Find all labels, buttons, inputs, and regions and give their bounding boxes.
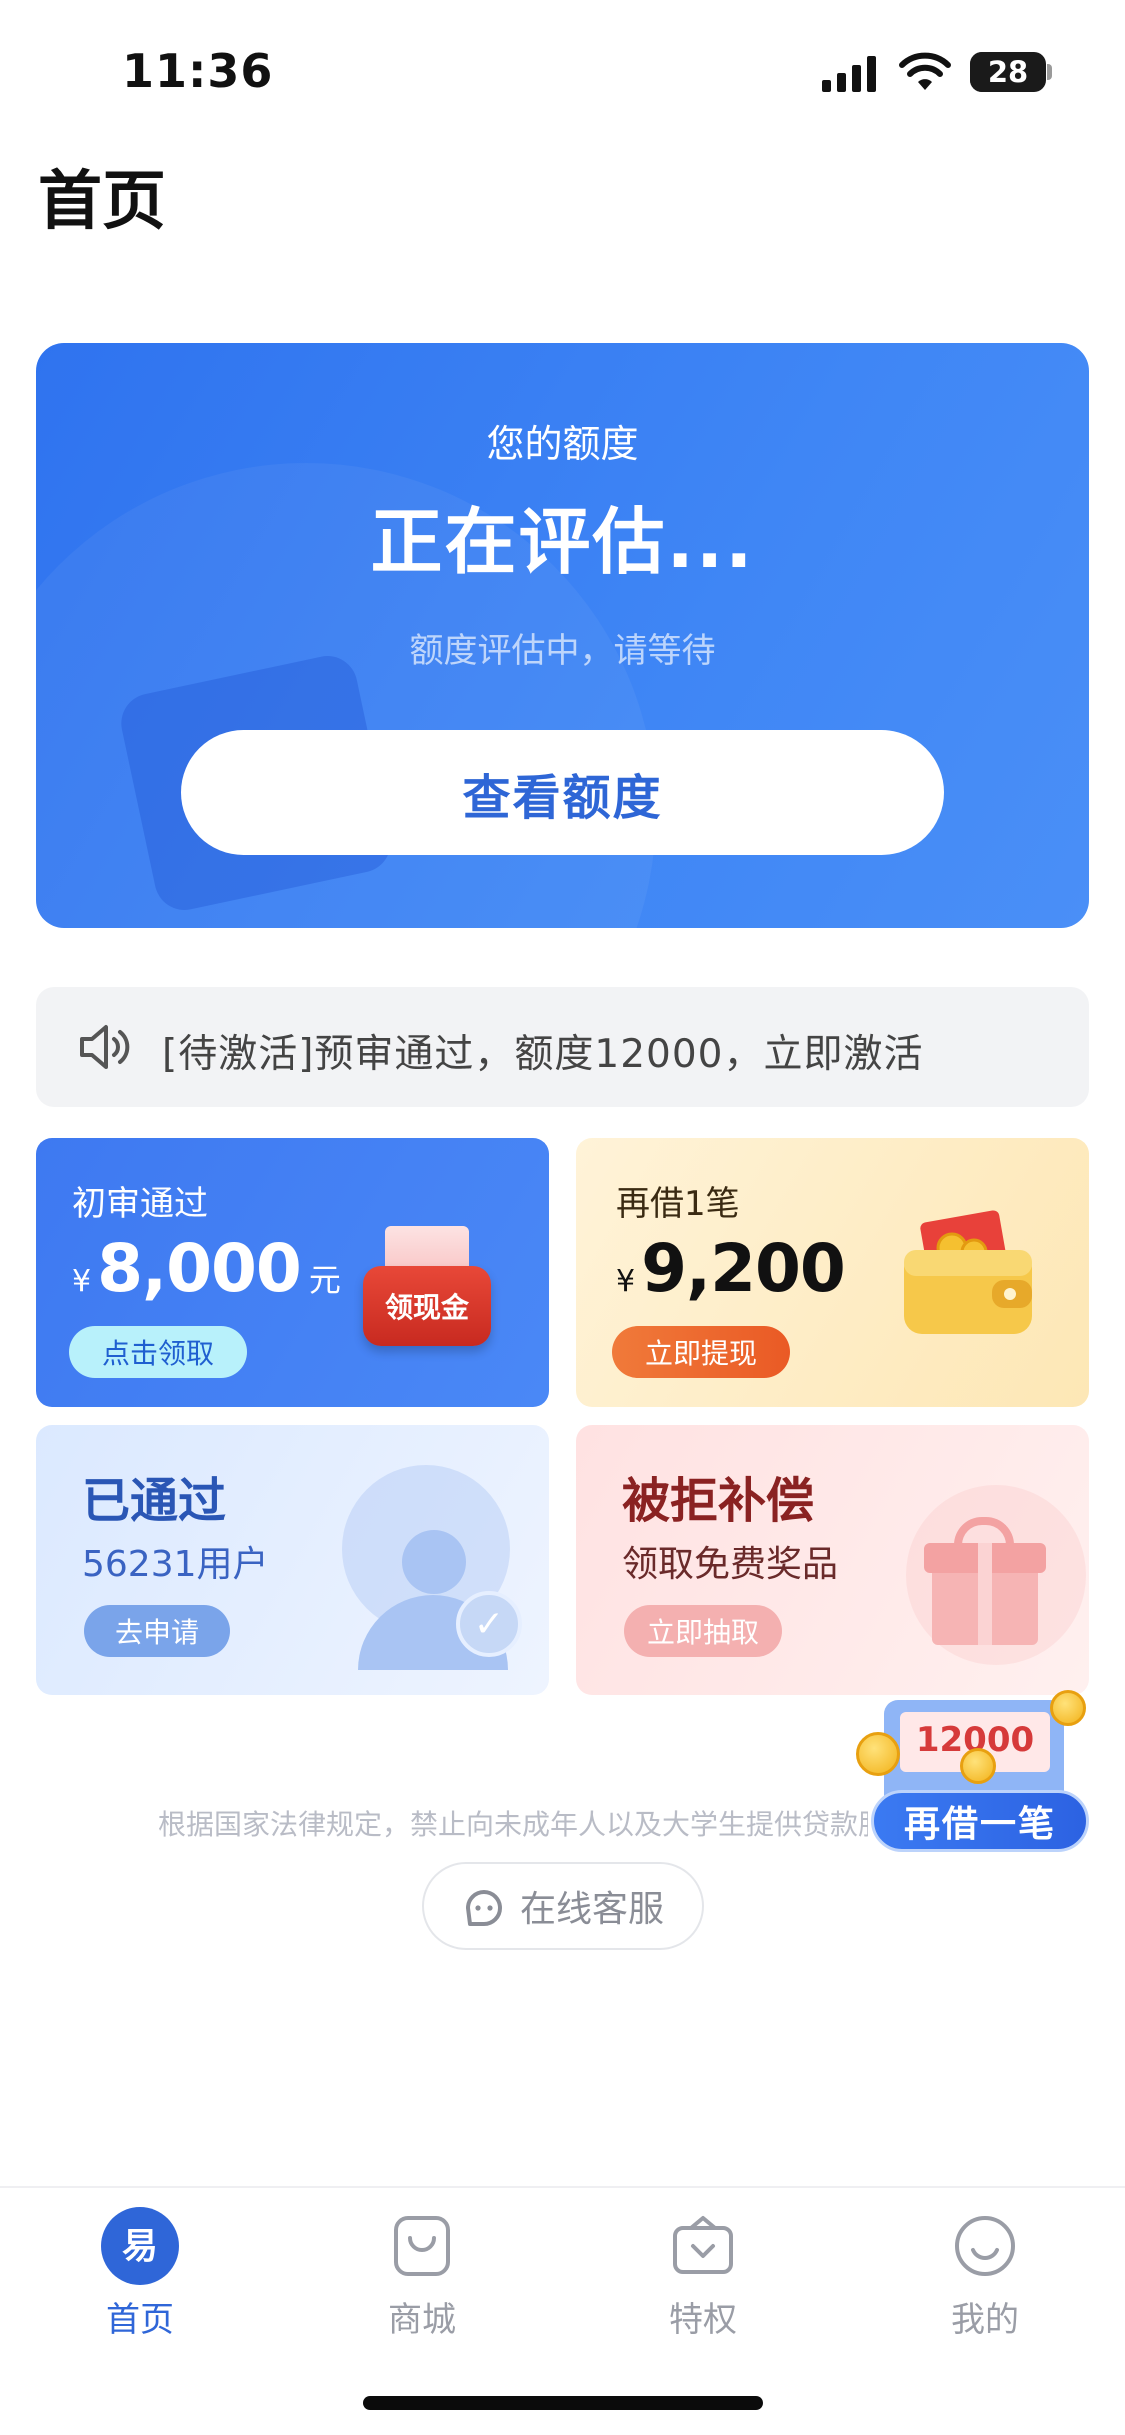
currency-symbol: ¥ [72,1264,92,1299]
coin-icon [960,1748,996,1784]
coin-icon [856,1732,900,1776]
tab-shop[interactable]: 商城 [322,2206,522,2341]
tile-borrow-again[interactable]: 再借1笔 ¥ 9,200 立即提现 [576,1138,1089,1407]
view-limit-button[interactable]: 查看额度 [181,730,944,855]
tab-profile[interactable]: 我的 [885,2206,1085,2341]
tile-first-review-label: 初审通过 [72,1184,208,1224]
tab-profile-label: 我的 [951,2300,1019,2340]
tile-rejection-subtitle: 领取免费奖品 [622,1544,839,1585]
tab-privilege[interactable]: 特权 [603,2206,803,2341]
withdraw-button[interactable]: 立即提现 [612,1326,790,1378]
status-time: 11:36 [122,44,274,98]
tile-approved[interactable]: ✓ 已通过 56231用户 去申请 [36,1425,549,1695]
tile-first-review[interactable]: 初审通过 ¥ 8,000 元 点击领取 领现金 [36,1138,549,1407]
credit-limit-hint: 额度评估中，请等待 [409,631,716,671]
tab-home[interactable]: 易 首页 [40,2206,240,2341]
tile-rejection-title: 被拒补偿 [622,1473,815,1529]
cellular-signal-icon [822,56,876,92]
notice-text: [待激活]预审通过，额度12000，立即激活 [162,1032,924,1077]
amount-value: 8,000 [97,1230,302,1307]
credit-limit-subtitle: 您的额度 [486,422,639,466]
apply-button[interactable]: 去申请 [84,1605,230,1657]
customer-service-icon [465,1890,502,1926]
online-service-button[interactable]: 在线客服 [422,1862,704,1950]
legal-disclaimer: 根据国家法律规定，禁止向未成年人以及大学生提供贷款服务 [158,1808,868,1841]
borrow-again-float-button[interactable]: 再借一笔 [871,1790,1089,1852]
svg-text:易: 易 [122,2226,158,2267]
cash-badge: 领现金 [363,1266,491,1346]
tile-borrow-again-label: 再借1笔 [616,1184,740,1224]
check-icon: ✓ [456,1591,522,1657]
battery-cap [1047,64,1052,80]
tile-borrow-again-amount: ¥ 9,200 [616,1230,846,1307]
wallet-icon [904,1210,1032,1334]
battery-icon: 28 [970,52,1046,92]
currency-symbol: ¥ [616,1264,636,1299]
privilege-icon [673,2216,733,2274]
amount-value: 9,200 [641,1230,846,1307]
home-icon: 易 [101,2207,179,2285]
tab-shop-label: 商城 [388,2300,456,2340]
tile-first-review-amount: ¥ 8,000 元 [72,1230,341,1307]
tile-rejection-compensation[interactable]: 被拒补偿 领取免费奖品 立即抽取 [576,1425,1089,1695]
wifi-icon [899,52,951,90]
gift-ribbon-shape [978,1543,992,1645]
online-service-label: 在线客服 [519,1889,664,1930]
tile-approved-subtitle: 56231用户 [82,1544,269,1585]
notice-bar[interactable]: [待激活]预审通过，额度12000，立即激活 [36,987,1089,1107]
tile-approved-title: 已通过 [82,1473,227,1529]
claim-button[interactable]: 点击领取 [69,1326,247,1378]
speaker-icon [80,1025,130,1069]
amount-unit: 元 [308,1261,341,1299]
draw-prize-button[interactable]: 立即抽取 [624,1605,782,1657]
page-title: 首页 [38,165,166,239]
battery-level: 28 [987,55,1029,89]
coin-icon [1050,1690,1086,1726]
cash-envelope-icon: 领现金 [363,1226,491,1346]
credit-limit-card: 您的额度 正在评估... 额度评估中，请等待 查看额度 [36,343,1089,928]
home-indicator [363,2396,763,2410]
profile-smile-icon [955,2216,1015,2276]
shop-bag-icon [394,2216,450,2276]
credit-limit-status: 正在评估... [370,500,755,584]
user-check-icon [402,1530,466,1594]
tab-privilege-label: 特权 [669,2300,737,2340]
tab-home-label: 首页 [106,2300,174,2340]
